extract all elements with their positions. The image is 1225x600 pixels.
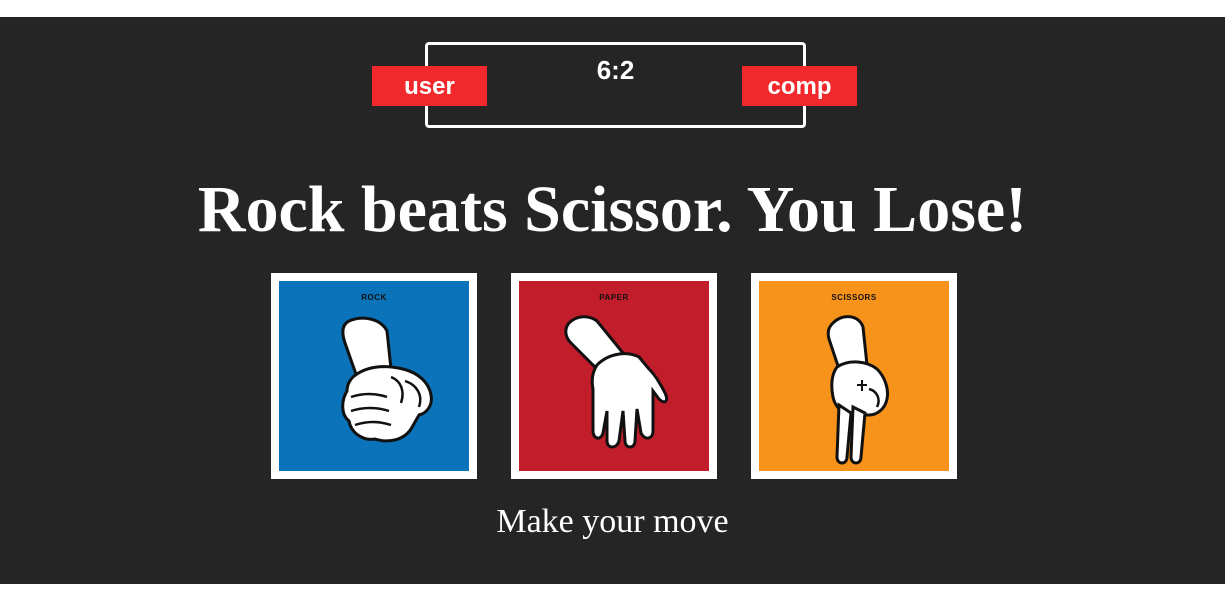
rock-label: ROCK: [361, 293, 387, 302]
paper-hand-icon: [519, 281, 709, 471]
scissors-hand-icon: [759, 281, 949, 471]
paper-label: PAPER: [599, 293, 629, 302]
result-message: Rock beats Scissor. You Lose!: [197, 173, 1028, 246]
rock-fist-icon: [279, 281, 469, 471]
comp-score-badge: comp: [742, 66, 857, 106]
scissors-choice[interactable]: SCISSORS: [751, 273, 957, 479]
game-area: 6:2 user comp Rock beats Scissor. You Lo…: [0, 17, 1225, 584]
scissors-label: SCISSORS: [831, 293, 877, 302]
rock-choice[interactable]: ROCK: [271, 273, 477, 479]
paper-choice[interactable]: PAPER: [511, 273, 717, 479]
user-score-badge: user: [372, 66, 487, 106]
move-prompt: Make your move: [496, 503, 729, 540]
